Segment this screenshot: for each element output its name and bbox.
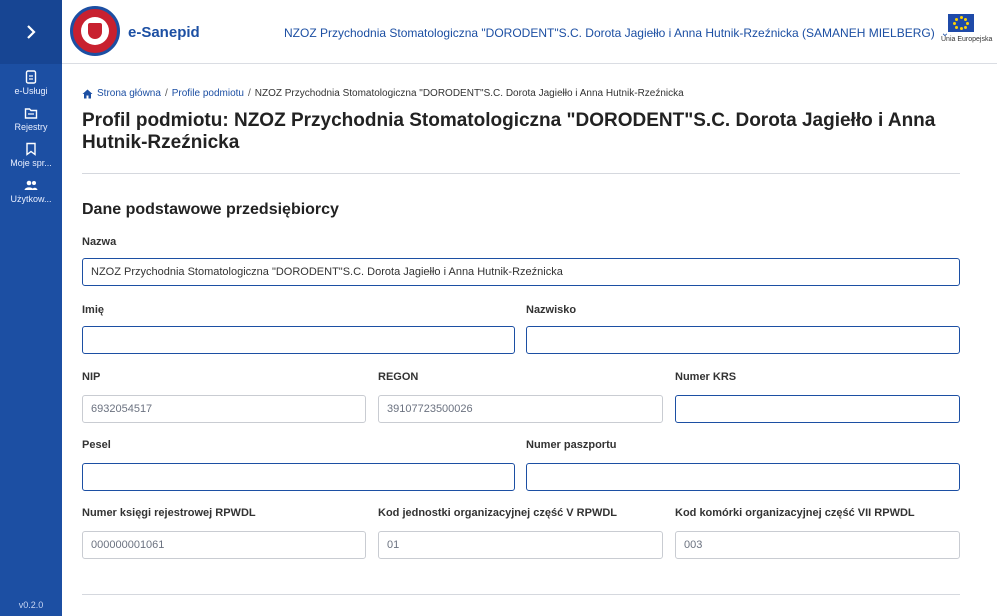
page-title: Profil podmiotu: NZOZ Przychodnia Stomat… bbox=[82, 110, 936, 153]
kod-vii-field[interactable] bbox=[675, 531, 960, 559]
kod-v-field[interactable] bbox=[378, 531, 663, 559]
organization-name: NZOZ Przychodnia Stomatologiczna "DORODE… bbox=[284, 26, 935, 40]
sidebar: e-Usługi Rejestry Moje spr... Użytkow...… bbox=[0, 0, 62, 616]
main-content: Strona główna / Profile podmiotu / NZOZ … bbox=[62, 64, 997, 616]
sidebar-item-label: Użytkow... bbox=[10, 194, 52, 204]
top-header: e-Sanepid NZOZ Przychodnia Stomatologicz… bbox=[62, 0, 997, 64]
section-title: Dane podstawowe przedsiębiorcy bbox=[82, 201, 339, 218]
sidebar-item-rejestry[interactable]: Rejestry bbox=[0, 100, 62, 136]
users-icon bbox=[24, 180, 38, 190]
section-divider bbox=[82, 594, 960, 595]
kod-vii-label: Kod komórki organizacyjnej część VII RPW… bbox=[675, 507, 915, 519]
folder-icon bbox=[24, 108, 38, 119]
regon-field[interactable] bbox=[378, 395, 663, 423]
pesel-field[interactable] bbox=[82, 463, 515, 491]
sidebar-item-e-uslugi[interactable]: e-Usługi bbox=[0, 64, 62, 100]
regon-label: REGON bbox=[378, 371, 419, 383]
sidebar-item-label: Rejestry bbox=[14, 122, 48, 132]
breadcrumb-home-link[interactable]: Strona główna bbox=[97, 88, 161, 99]
imie-label: Imię bbox=[82, 304, 105, 316]
paszport-field[interactable] bbox=[526, 463, 960, 491]
bookmark-icon bbox=[26, 142, 36, 156]
kod-v-label: Kod jednostki organizacyjnej część V RPW… bbox=[378, 507, 617, 519]
nip-label: NIP bbox=[82, 371, 101, 383]
nazwisko-label: Nazwisko bbox=[526, 304, 577, 316]
eu-label: Unia Europejska bbox=[941, 36, 993, 43]
nazwa-label: Nazwa bbox=[82, 236, 117, 248]
imie-field[interactable] bbox=[82, 326, 515, 354]
ksiega-label: Numer księgi rejestrowej RPWDL bbox=[82, 507, 256, 519]
paszport-label: Numer paszportu bbox=[526, 439, 617, 451]
eu-flag-icon bbox=[948, 14, 974, 32]
organization-selector[interactable]: NZOZ Przychodnia Stomatologiczna "DORODE… bbox=[284, 26, 949, 40]
krs-label: Numer KRS bbox=[675, 371, 737, 383]
ksiega-field[interactable] bbox=[82, 531, 366, 559]
nazwa-field[interactable] bbox=[82, 258, 960, 286]
nazwisko-field[interactable] bbox=[526, 326, 960, 354]
sidebar-item-label: Moje spr... bbox=[10, 158, 52, 168]
nip-field[interactable] bbox=[82, 395, 366, 423]
sidebar-item-moje-sprawy[interactable]: Moje spr... bbox=[0, 136, 62, 172]
krs-field[interactable] bbox=[675, 395, 960, 423]
pesel-label: Pesel bbox=[82, 439, 111, 451]
sidebar-toggle-button[interactable] bbox=[0, 0, 62, 64]
breadcrumb-profiles-link[interactable]: Profile podmiotu bbox=[172, 88, 244, 99]
home-icon[interactable] bbox=[82, 89, 93, 99]
sanepid-logo bbox=[70, 6, 120, 56]
app-name[interactable]: e-Sanepid bbox=[128, 24, 200, 41]
sidebar-item-uzytkownicy[interactable]: Użytkow... bbox=[0, 172, 62, 208]
breadcrumb: Strona główna / Profile podmiotu / NZOZ … bbox=[82, 88, 684, 99]
version-label: v0.2.0 bbox=[18, 600, 44, 610]
eu-logo: Unia Europejska bbox=[941, 14, 993, 43]
chevron-right-icon bbox=[27, 25, 36, 39]
sidebar-item-label: e-Usługi bbox=[14, 86, 48, 96]
breadcrumb-current: NZOZ Przychodnia Stomatologiczna "DORODE… bbox=[254, 88, 684, 99]
title-divider bbox=[82, 173, 960, 174]
document-icon bbox=[25, 70, 37, 84]
